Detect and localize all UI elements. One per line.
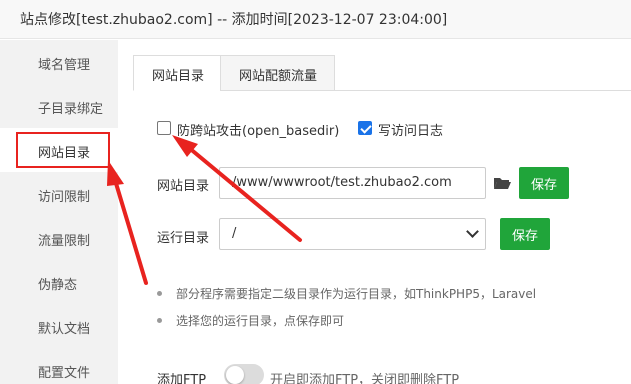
- tab-site-directory[interactable]: 网站目录: [133, 55, 221, 91]
- sidebar-item-label: 子目录绑定: [38, 102, 104, 117]
- tab-label: 网站目录: [152, 69, 205, 84]
- sidebar-item-config-file[interactable]: 配置文件: [0, 348, 118, 384]
- sidebar-item-label: 域名管理: [38, 58, 91, 73]
- save-button-label: 保存: [530, 178, 557, 193]
- run-directory-value: /: [232, 226, 237, 241]
- sidebar-item-access-restriction[interactable]: 访问限制: [0, 172, 118, 216]
- chevron-down-icon: [466, 225, 479, 238]
- sidebar-item-label: 流量限制: [38, 234, 91, 249]
- tab-site-quota-traffic[interactable]: 网站配额流量: [220, 55, 335, 91]
- save-button-label: 保存: [511, 229, 538, 244]
- write-access-log-checkbox[interactable]: [358, 121, 372, 135]
- sidebar-item-traffic-limit[interactable]: 流量限制: [0, 216, 118, 260]
- sidebar-item-rewrite[interactable]: 伪静态: [0, 260, 118, 304]
- sidebar-item-label: 伪静态: [38, 278, 78, 293]
- tip-text: 选择您的运行目录，点保存即可: [176, 314, 345, 328]
- sidebar-item-label: 访问限制: [38, 190, 91, 205]
- sidebar-item-default-document[interactable]: 默认文档: [0, 304, 118, 348]
- dialog-title: 站点修改[test.zhubao2.com] -- 添加时间[2023-12-0…: [20, 12, 448, 28]
- run-directory-label: 运行目录: [157, 231, 210, 246]
- write-access-log-label: 写访问日志: [378, 124, 444, 139]
- toggle-knob: [226, 366, 244, 384]
- anti-cross-site-checkbox[interactable]: [157, 121, 171, 135]
- tab-label: 网站配额流量: [239, 69, 318, 84]
- ftp-label: 添加FTP: [157, 373, 207, 384]
- site-directory-input[interactable]: /www/wwwroot/test.zhubao2.com: [219, 167, 486, 199]
- main-panel: [118, 40, 631, 384]
- site-directory-value: /www/wwwroot/test.zhubao2.com: [232, 175, 452, 190]
- tip-bullet: [157, 318, 162, 323]
- tip-text: 部分程序需要指定二级目录作为运行目录，如ThinkPHP5，Laravel: [176, 287, 537, 301]
- site-settings-dialog: 站点修改[test.zhubao2.com] -- 添加时间[2023-12-0…: [0, 0, 631, 384]
- ftp-toggle[interactable]: [224, 364, 264, 384]
- ftp-description: 开启即添加FTP，关闭即删除FTP: [270, 373, 460, 384]
- run-directory-select[interactable]: /: [219, 218, 486, 250]
- sidebar-item-label: 默认文档: [38, 322, 91, 337]
- run-directory-save-button[interactable]: 保存: [500, 218, 550, 250]
- highlight-box: [16, 132, 110, 168]
- title-bar: 站点修改[test.zhubao2.com] -- 添加时间[2023-12-0…: [0, 0, 631, 39]
- tab-underline: [335, 90, 631, 91]
- tip-bullet: [157, 291, 162, 296]
- site-directory-save-button[interactable]: 保存: [519, 167, 569, 199]
- anti-cross-site-label: 防跨站攻击(open_basedir): [177, 124, 340, 139]
- sidebar-item-label: 配置文件: [38, 366, 91, 381]
- folder-icon[interactable]: [493, 176, 511, 190]
- sidebar-item-subdirectory-binding[interactable]: 子目录绑定: [0, 84, 118, 128]
- sidebar-item-domain-management[interactable]: 域名管理: [0, 40, 118, 84]
- sidebar: 域名管理 子目录绑定 网站目录 访问限制 流量限制 伪静态 默认文档 配置文件: [0, 40, 118, 384]
- site-directory-label: 网站目录: [157, 179, 210, 194]
